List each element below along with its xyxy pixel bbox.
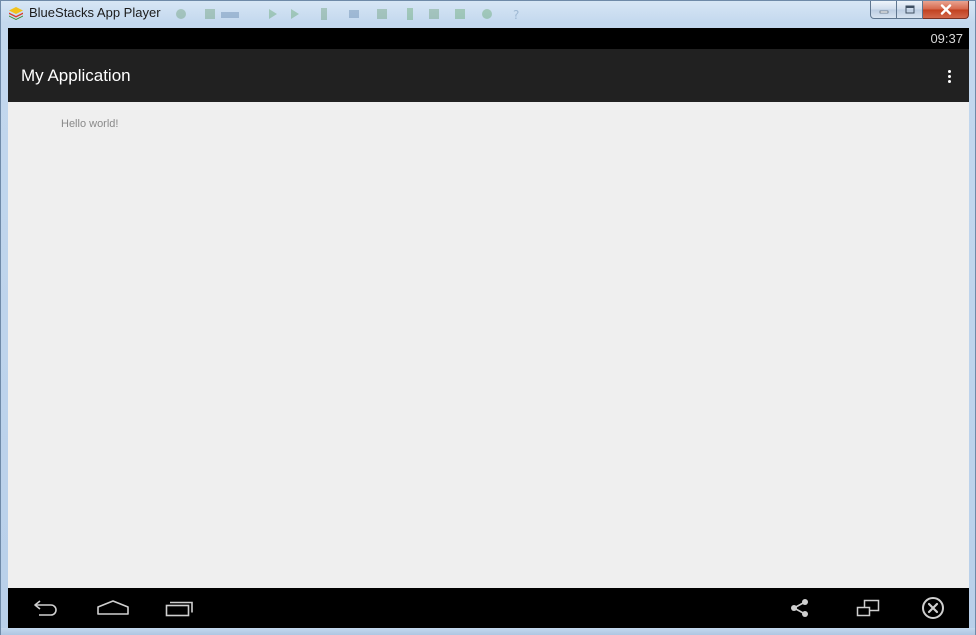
overflow-dot	[947, 69, 951, 73]
home-button[interactable]	[94, 596, 132, 620]
action-bar: My Application	[8, 49, 969, 102]
maximize-button[interactable]	[897, 1, 923, 19]
back-icon	[34, 600, 57, 616]
minimize-icon	[879, 10, 888, 13]
window-title: BlueStacks App Player	[29, 5, 161, 20]
close-app-button[interactable]	[914, 596, 952, 620]
close-icon	[940, 4, 951, 15]
faded-toolbar-icons: ?	[176, 8, 519, 22]
home-icon	[97, 600, 129, 615]
overflow-dot	[947, 79, 951, 83]
share-icon	[791, 599, 808, 617]
share-button[interactable]	[781, 596, 819, 620]
back-button[interactable]	[27, 596, 65, 620]
status-bar: 09:37	[8, 28, 969, 49]
recent-apps-icon	[165, 601, 193, 617]
window-bottom-frame	[1, 628, 975, 635]
rotate-screen-button[interactable]	[849, 596, 887, 620]
android-screen: 09:37 My Application Hello world!	[8, 28, 969, 628]
close-window-button[interactable]	[923, 1, 969, 19]
status-time: 09:37	[930, 31, 963, 46]
svg-text:?: ?	[513, 8, 519, 22]
window-titlebar[interactable]: BlueStacks App Player ?	[1, 1, 975, 27]
bluestacks-window: BlueStacks App Player ? 09:37 My Applica…	[0, 0, 976, 635]
rotate-screen-icon	[856, 599, 880, 617]
hello-text: Hello world!	[61, 118, 119, 130]
bluestacks-logo-icon	[8, 6, 24, 20]
app-title: My Application	[21, 66, 131, 85]
overflow-dot	[947, 74, 951, 78]
close-circle-icon	[922, 597, 944, 619]
recent-apps-button[interactable]	[161, 596, 199, 620]
window-controls	[870, 1, 969, 20]
more-vert-icon[interactable]	[941, 65, 957, 87]
main-content: Hello world!	[8, 102, 969, 588]
maximize-icon	[905, 5, 914, 14]
navigation-bar	[8, 588, 969, 628]
minimize-button[interactable]	[870, 1, 897, 19]
